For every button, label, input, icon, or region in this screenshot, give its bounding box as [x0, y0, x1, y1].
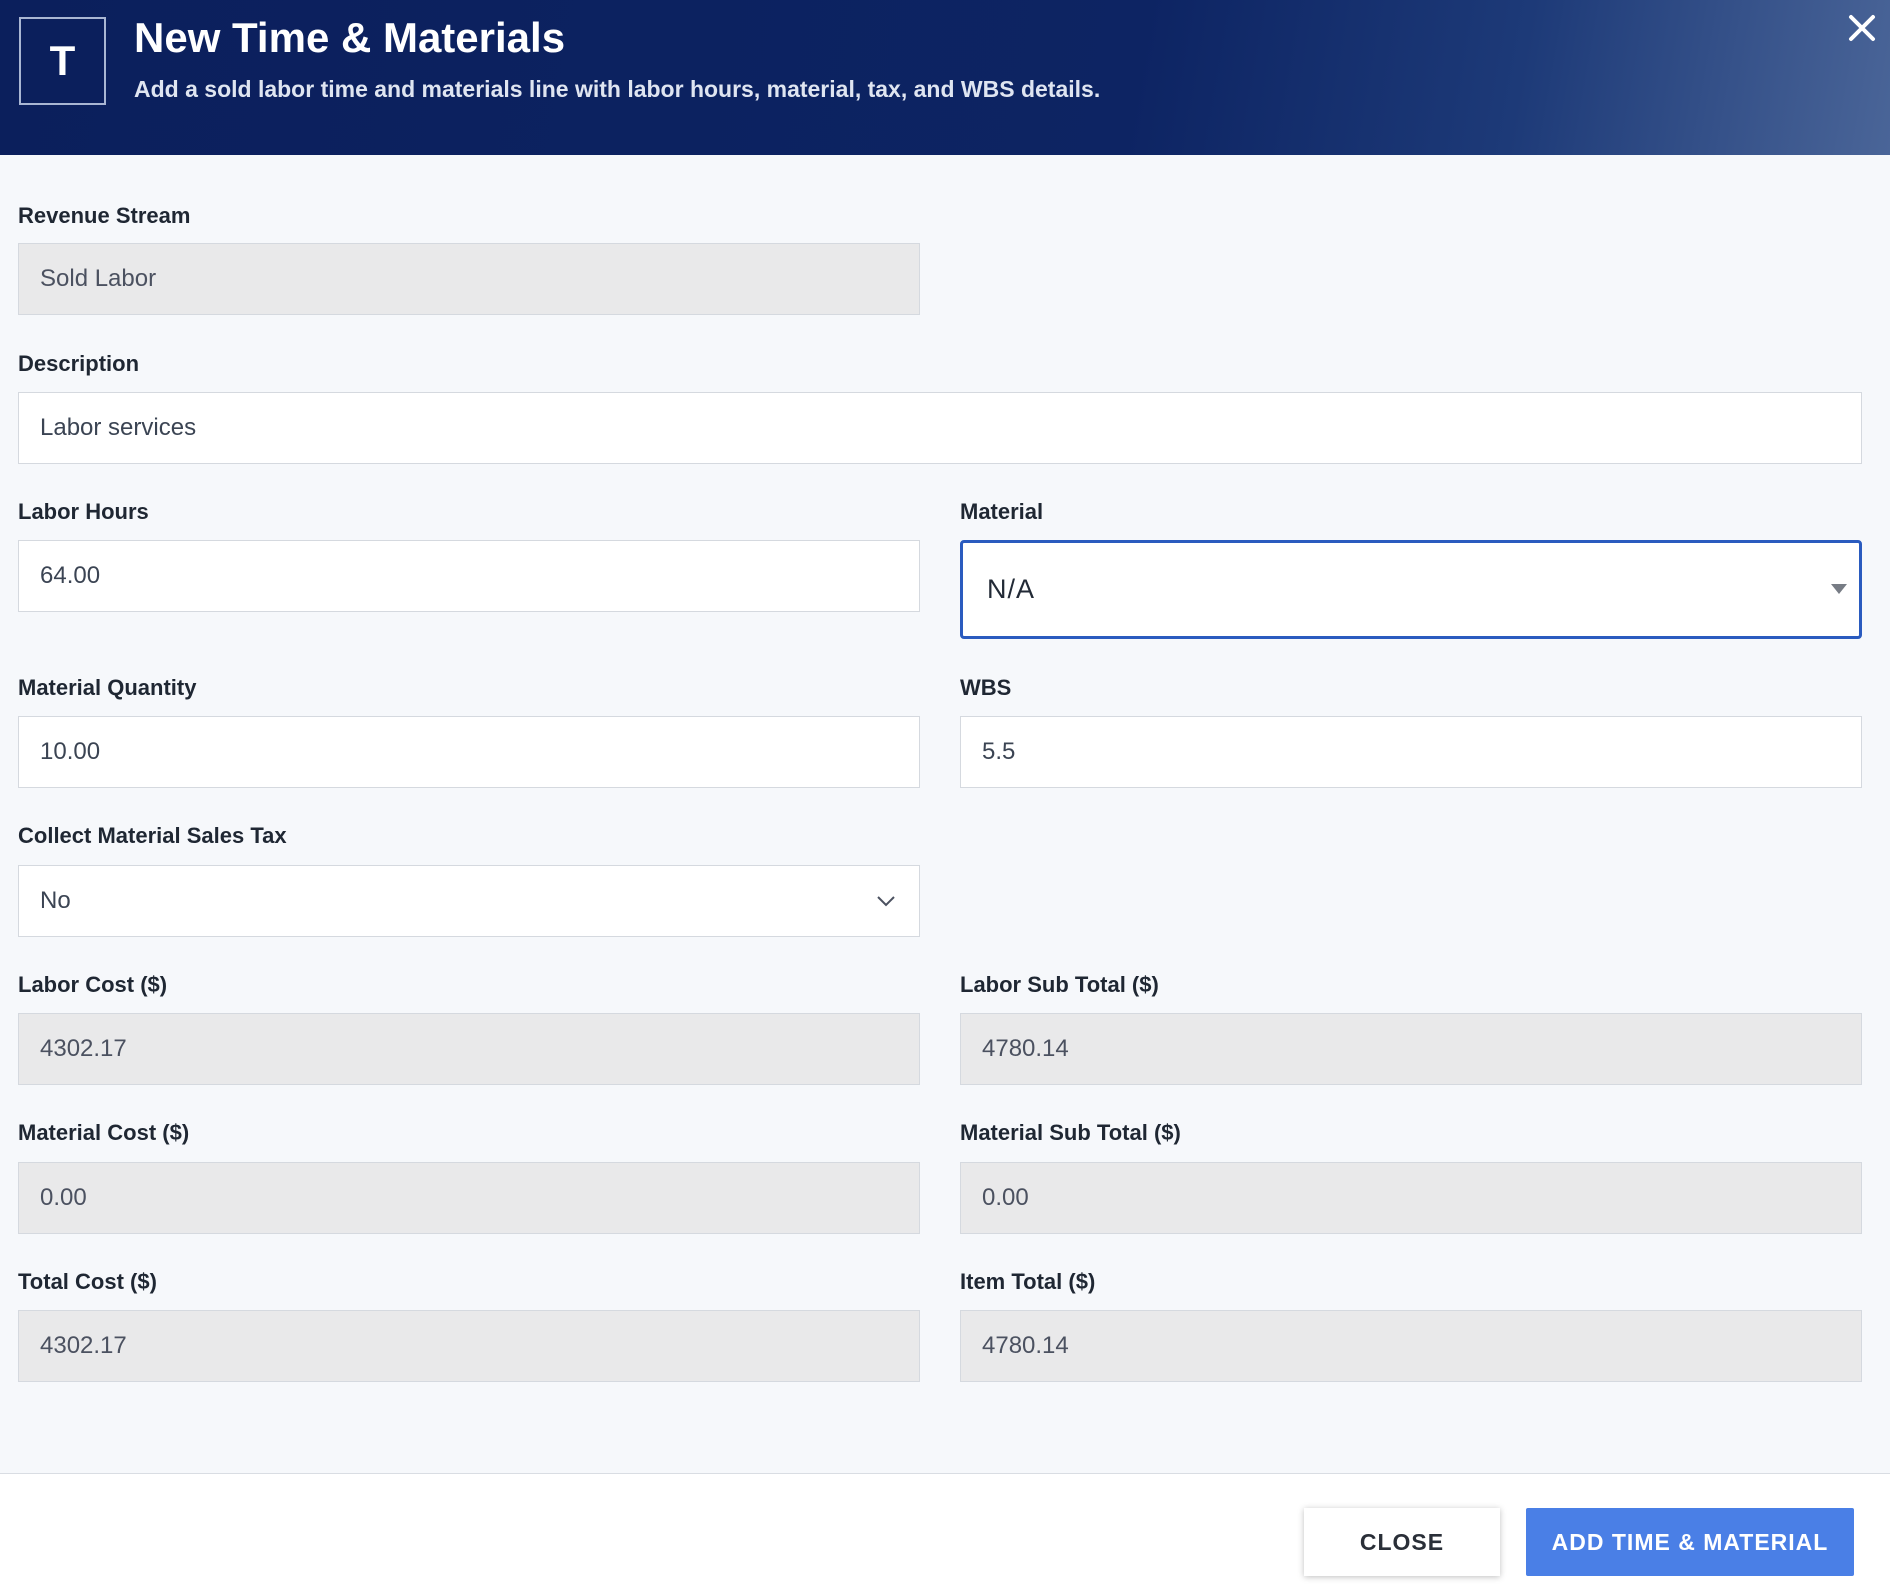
caret-down-icon [1831, 584, 1847, 594]
description-value: Labor services [40, 414, 197, 441]
material-sub-total-label: Material Sub Total ($) [960, 1120, 1181, 1145]
revenue-stream-label: Revenue Stream [18, 203, 191, 228]
item-total-value: 4780.14 [982, 1332, 1069, 1359]
labor-cost-label: Labor Cost ($) [18, 972, 168, 997]
revenue-stream-value: Sold Labor [40, 265, 157, 292]
close-button[interactable]: CLOSE [1304, 1508, 1500, 1576]
material-label: Material [960, 499, 1044, 524]
collect-tax-label: Collect Material Sales Tax [18, 823, 287, 848]
material-sub-total-field: 0.00 [960, 1162, 1862, 1234]
dialog-subtitle: Add a sold labor time and materials line… [134, 76, 1101, 102]
collect-tax-value: No [40, 887, 71, 914]
wbs-value: 5.5 [982, 738, 1016, 765]
labor-cost-field: 4302.17 [18, 1013, 920, 1085]
wbs-label: WBS [960, 675, 1012, 700]
wbs-input[interactable]: 5.5 [960, 716, 1862, 788]
logo-badge: T [19, 17, 106, 105]
material-cost-field: 0.00 [18, 1162, 920, 1234]
item-total-label: Item Total ($) [960, 1269, 1096, 1294]
add-time-material-button[interactable]: ADD TIME & MATERIAL [1526, 1508, 1854, 1576]
description-label: Description [18, 351, 140, 376]
labor-hours-value: 64.00 [40, 562, 101, 589]
labor-sub-total-value: 4780.14 [982, 1035, 1069, 1062]
total-cost-label: Total Cost ($) [18, 1269, 157, 1294]
close-icon[interactable] [1842, 8, 1882, 48]
material-select[interactable]: N/A [960, 540, 1862, 639]
material-quantity-input[interactable]: 10.00 [18, 716, 920, 788]
labor-sub-total-label: Labor Sub Total ($) [960, 972, 1159, 997]
revenue-stream-field: Sold Labor [18, 243, 920, 315]
item-total-field: 4780.14 [960, 1310, 1862, 1382]
labor-sub-total-field: 4780.14 [960, 1013, 1862, 1085]
total-cost-value: 4302.17 [40, 1332, 127, 1359]
labor-cost-value: 4302.17 [40, 1035, 127, 1062]
dialog-title: New Time & Materials [134, 14, 566, 61]
material-sub-total-value: 0.00 [982, 1184, 1029, 1211]
material-cost-label: Material Cost ($) [18, 1120, 190, 1145]
collect-tax-select[interactable]: No [18, 865, 920, 937]
logo-letter: T [49, 37, 76, 84]
description-input[interactable]: Labor services [18, 392, 1862, 464]
labor-hours-label: Labor Hours [18, 499, 149, 524]
chevron-down-icon [877, 896, 895, 907]
material-quantity-value: 10.00 [40, 738, 101, 765]
material-quantity-label: Material Quantity [18, 675, 197, 700]
total-cost-field: 4302.17 [18, 1310, 920, 1382]
dialog-header: T New Time & Materials Add a sold labor … [0, 0, 1890, 155]
material-value: N/A [987, 574, 1036, 604]
material-cost-value: 0.00 [40, 1184, 87, 1211]
labor-hours-input[interactable]: 64.00 [18, 540, 920, 612]
